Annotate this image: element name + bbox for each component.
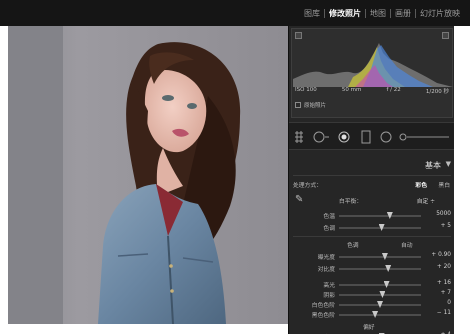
divider <box>293 175 451 176</box>
slider-thumb[interactable] <box>385 265 392 272</box>
iso-value: ISO 100 <box>295 87 317 93</box>
focal-length: 50 mm <box>341 87 362 93</box>
basic-panel-header[interactable]: 基本 ▼ <box>289 160 454 172</box>
treatment-bw-option[interactable]: 黑白 <box>438 180 450 189</box>
slider-track[interactable] <box>339 311 421 318</box>
divider <box>293 236 451 237</box>
module-slideshow[interactable]: 幻灯片放映 <box>416 8 464 19</box>
slider-value[interactable]: + 0.90 <box>427 252 451 258</box>
presence-header: 偏好 <box>289 322 454 332</box>
slider-thumb[interactable] <box>372 311 379 318</box>
slider-value[interactable]: + 5 <box>427 223 451 229</box>
slider-row: 色温 5000 <box>289 211 454 221</box>
slider-track[interactable] <box>339 265 421 272</box>
wb-label: 白平衡： <box>339 199 363 205</box>
slider-label: 黑色色阶 <box>311 313 335 319</box>
presence-label: 偏好 <box>363 325 375 331</box>
portrait-photo <box>8 26 288 324</box>
slider-label: 曝光度 <box>317 255 335 261</box>
slider-track[interactable] <box>339 253 421 260</box>
slider-value[interactable]: 5000 <box>427 211 451 217</box>
module-library[interactable]: 图库 <box>300 8 324 19</box>
white-balance-row: ✎ 白平衡： 自定 ÷ <box>289 194 454 206</box>
basic-panel-title: 基本 <box>425 161 441 170</box>
checkbox-icon[interactable] <box>295 102 301 108</box>
slider-row: 白色色阶 0 <box>289 300 454 310</box>
module-develop[interactable]: 修改照片 <box>325 8 365 19</box>
slider-track[interactable] <box>339 291 421 298</box>
slider-thumb[interactable] <box>383 281 390 288</box>
module-map[interactable]: 地图 <box>366 8 390 19</box>
tone-label: 色调 <box>347 243 359 249</box>
wb-preset-select[interactable]: 自定 ÷ <box>417 196 435 205</box>
slider-track[interactable] <box>339 281 421 288</box>
slider-thumb[interactable] <box>379 291 386 298</box>
adjustment-brush-icon[interactable] <box>399 133 449 141</box>
show-original-label: 原始照片 <box>304 103 327 109</box>
highlight-clip-warning-icon[interactable] <box>442 32 449 39</box>
slider-track[interactable] <box>339 224 421 231</box>
slider-value[interactable]: + 20 <box>427 264 451 270</box>
red-eye-icon[interactable] <box>338 131 350 143</box>
slider-thumb[interactable] <box>386 212 393 219</box>
slider-thumb[interactable] <box>381 253 388 260</box>
right-margin <box>454 26 470 334</box>
histogram-graph <box>293 43 453 87</box>
slider-value[interactable]: 0 <box>427 300 451 306</box>
slider-row: 曝光度 + 0.90 <box>289 252 454 262</box>
histogram[interactable]: ISO 100 50 mm f / 22 1/200 秒 原始照片 <box>291 28 453 118</box>
shutter-speed: 1/200 秒 <box>425 89 449 95</box>
slider-value[interactable]: + 7 <box>427 290 451 296</box>
slider-row: 色调 + 5 <box>289 223 454 233</box>
eyedropper-icon[interactable]: ✎ <box>295 194 303 205</box>
module-book[interactable]: 画册 <box>391 8 415 19</box>
radial-filter-icon[interactable] <box>380 131 392 143</box>
tool-strip <box>289 122 454 150</box>
crop-icon[interactable] <box>295 131 303 143</box>
treatment-label: 处理方式： <box>293 183 322 189</box>
photo-preview[interactable] <box>8 26 288 324</box>
treatment-color-option[interactable]: 彩色 <box>415 180 427 189</box>
slider-row: 阴影 + 7 <box>289 290 454 300</box>
tone-header: 色调 自动 <box>289 240 454 250</box>
slider-label: 白色色阶 <box>311 303 335 309</box>
slider-thumb[interactable] <box>378 224 385 231</box>
auto-tone-button[interactable]: 自动 <box>401 240 413 249</box>
collapse-triangle-icon[interactable]: ▼ <box>446 160 451 168</box>
slider-track[interactable] <box>339 212 421 219</box>
slider-value[interactable]: − 11 <box>427 310 451 316</box>
slider-track[interactable] <box>339 301 421 308</box>
develop-right-panel: ISO 100 50 mm f / 22 1/200 秒 原始照片 基本 ▼ 处… <box>288 26 454 334</box>
slider-label: 对比度 <box>317 267 335 273</box>
slider-row: 黑色色阶 − 11 <box>289 310 454 320</box>
slider-row: 高光 + 16 <box>289 280 454 290</box>
camera-info: ISO 100 50 mm f / 22 1/200 秒 <box>295 87 449 95</box>
aperture-value: f / 22 <box>386 87 401 93</box>
shadow-clip-warning-icon[interactable] <box>295 32 302 39</box>
slider-row: 对比度 + 20 <box>289 264 454 274</box>
treatment-row: 处理方式： 彩色 黑白 <box>289 180 454 190</box>
slider-label: 色调 <box>323 226 335 232</box>
slider-label: 高光 <box>323 283 335 289</box>
graduated-filter-icon[interactable] <box>361 130 371 144</box>
spot-removal-icon[interactable] <box>313 131 329 143</box>
show-original-toggle[interactable]: 原始照片 <box>295 101 326 109</box>
module-picker: 图库 修改照片 地图 画册 幻灯片放映 <box>0 0 470 26</box>
slider-thumb[interactable] <box>377 301 383 308</box>
slider-value[interactable]: + 16 <box>427 280 451 286</box>
slider-label: 阴影 <box>323 293 335 299</box>
slider-label: 色温 <box>323 214 335 220</box>
